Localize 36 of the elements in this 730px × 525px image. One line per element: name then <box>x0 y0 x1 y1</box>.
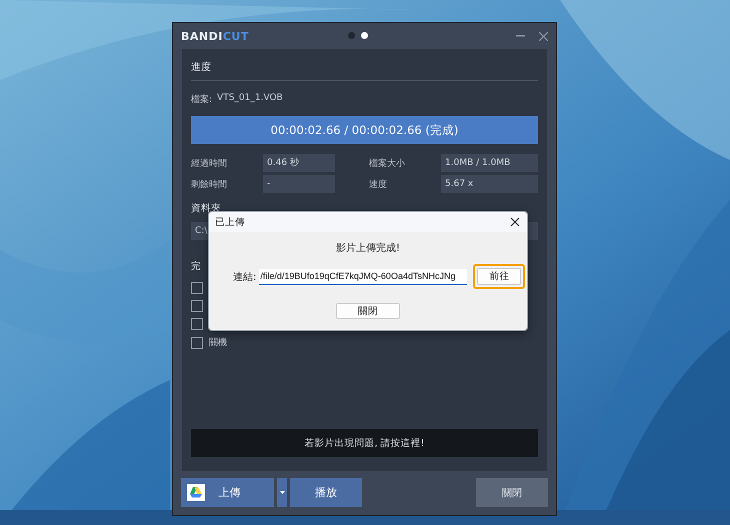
dialog-title: 已上傳 <box>215 216 245 228</box>
dropdown-button[interactable] <box>277 478 287 507</box>
link-label: 連結: <box>233 270 256 284</box>
stat-value: 1.0MB / 1.0MB <box>441 154 538 172</box>
stat-label: 速度 <box>369 178 388 190</box>
stat-label: 經過時間 <box>191 158 228 170</box>
stat-value: 0.46 秒 <box>263 154 335 172</box>
upload-button[interactable]: 上傳 <box>181 478 274 507</box>
link-field[interactable]: /file/d/19BUfo19qCfE7kqJMQ-60Oa4dTsNHcJNg <box>259 268 468 284</box>
progress-text: 00:00:02.66 / 00:00:02.66 (完成) <box>270 123 460 138</box>
drive-icon <box>187 484 205 501</box>
file-name: VTS_01_1.VOB <box>217 93 283 105</box>
page-dot[interactable] <box>348 32 355 39</box>
minimize-icon[interactable] <box>516 35 525 37</box>
help-bar[interactable]: 若影片出現問題, 請按這裡! <box>191 429 538 457</box>
go-button[interactable]: 前往 <box>473 264 526 289</box>
checkbox-label: 關機 <box>209 336 227 349</box>
dialog-message: 影片上傳完成! <box>336 242 400 255</box>
section-heading: 完 <box>191 260 201 273</box>
page-dot[interactable] <box>361 32 368 39</box>
checkbox[interactable] <box>191 282 203 294</box>
close-button[interactable]: 關閉 <box>476 478 548 507</box>
caret-icon <box>280 491 284 494</box>
file-label: 檔案: <box>191 93 212 106</box>
stat-value: - <box>263 175 335 193</box>
play-button[interactable]: 播放 <box>290 478 362 507</box>
section-heading: 進度 <box>191 57 538 81</box>
stat-value: 5.67 x <box>441 175 538 193</box>
checkbox[interactable] <box>191 336 203 348</box>
checkbox[interactable] <box>191 300 203 312</box>
app-logo: BANDICUT <box>181 30 249 42</box>
dialog-close-button[interactable]: 關閉 <box>336 303 400 319</box>
close-icon[interactable] <box>509 216 521 228</box>
checkbox[interactable] <box>191 318 203 330</box>
stat-label: 剩餘時間 <box>191 178 228 190</box>
stat-label: 檔案大小 <box>369 157 406 170</box>
